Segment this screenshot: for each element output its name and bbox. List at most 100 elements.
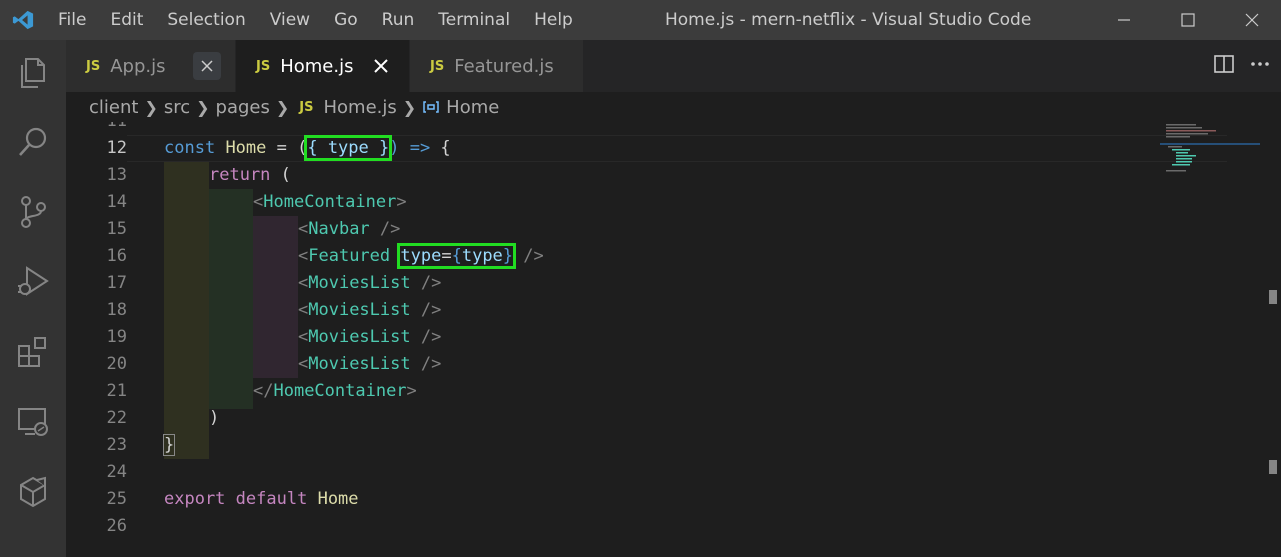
line-number: 16	[106, 246, 127, 266]
chevron-right-icon: ❯	[196, 97, 210, 117]
scroll-marker	[1269, 290, 1277, 304]
code-line: 22 )	[66, 405, 1281, 432]
code-editor[interactable]: 11 12 const Home = ({ type }) => { 13 re…	[66, 122, 1281, 557]
tab-home-js[interactable]: JS Home.js	[236, 40, 410, 92]
search-icon[interactable]	[0, 112, 66, 172]
line-number: 18	[106, 300, 127, 320]
editor-tab-bar: JS App.js JS Home.js JS Featured.js	[66, 40, 1281, 92]
js-file-icon: JS	[430, 58, 445, 74]
minimize-button[interactable]	[1095, 0, 1153, 40]
breadcrumb-client[interactable]: client	[89, 97, 138, 118]
code-line: 16 <Featured type={type} />	[66, 243, 1281, 270]
line-number: 13	[106, 165, 127, 185]
tab-label: Home.js	[280, 55, 354, 77]
code-line: 17 <MoviesList />	[66, 270, 1281, 297]
line-number: 11	[66, 122, 127, 135]
split-editor-icon[interactable]	[1213, 54, 1235, 78]
menu-file[interactable]: File	[46, 0, 98, 40]
explorer-icon[interactable]	[0, 43, 66, 103]
highlight-box: { type }	[304, 135, 393, 161]
code-text: <MoviesList />	[298, 327, 442, 347]
line-number: 12	[106, 138, 127, 158]
tab-featured-js[interactable]: JS Featured.js	[410, 40, 584, 92]
code-text: return (	[209, 165, 291, 185]
more-actions-icon[interactable]	[1249, 54, 1271, 78]
title-bar: File Edit Selection View Go Run Terminal…	[0, 0, 1281, 40]
close-icon	[201, 60, 213, 72]
line-number: 17	[106, 273, 127, 293]
docker-icon[interactable]	[0, 462, 66, 522]
run-debug-icon[interactable]	[0, 252, 66, 312]
menu-bar: File Edit Selection View Go Run Terminal…	[46, 0, 585, 40]
code-line: 23 }	[66, 432, 1281, 459]
code-text: export default Home	[164, 489, 359, 509]
minimap[interactable]	[1160, 122, 1260, 182]
tab-label: Featured.js	[454, 55, 554, 77]
line-number: 23	[106, 435, 127, 455]
menu-run[interactable]: Run	[370, 0, 427, 40]
scroll-marker	[1269, 460, 1277, 474]
window-controls	[1095, 0, 1281, 40]
vscode-logo-icon	[0, 0, 46, 40]
code-text: <MoviesList />	[298, 354, 442, 374]
code-line: 14 <HomeContainer>	[66, 189, 1281, 216]
code-text: <MoviesList />	[298, 300, 442, 320]
menu-edit[interactable]: Edit	[98, 0, 155, 40]
code-text: }	[162, 434, 176, 456]
remote-explorer-icon[interactable]	[0, 392, 66, 452]
code-text: <HomeContainer>	[253, 192, 407, 212]
window-title: Home.js - mern-netflix - Visual Studio C…	[665, 10, 1032, 30]
activity-bar	[0, 40, 66, 557]
line-number: 24	[106, 462, 127, 482]
source-control-icon[interactable]	[0, 182, 66, 242]
code-line: 20 <MoviesList />	[66, 351, 1281, 378]
chevron-right-icon: ❯	[144, 97, 158, 117]
code-line: 19 <MoviesList />	[66, 324, 1281, 351]
menu-go[interactable]: Go	[322, 0, 370, 40]
code-line: 13 return (	[66, 162, 1281, 189]
code-text: <Navbar />	[298, 219, 401, 239]
menu-view[interactable]: View	[258, 0, 322, 40]
code-text: )	[209, 408, 220, 428]
symbol-variable-icon	[422, 99, 440, 115]
tab-close-button[interactable]	[367, 52, 395, 80]
minimap-preview	[1160, 124, 1260, 172]
highlight-box: type={type}	[397, 243, 517, 269]
chevron-right-icon: ❯	[402, 97, 417, 117]
breadcrumb-src[interactable]: src	[164, 97, 190, 118]
js-file-icon: JS	[86, 58, 101, 74]
code-line: 15 <Navbar />	[66, 216, 1281, 243]
line-number: 19	[106, 327, 127, 347]
code-text: const Home = ({ type }) => {	[164, 135, 451, 161]
code-line: 12 const Home = ({ type }) => {	[66, 135, 1281, 162]
maximize-icon	[1181, 13, 1195, 27]
line-number: 14	[106, 192, 127, 212]
close-icon	[1245, 13, 1259, 27]
vertical-scrollbar[interactable]	[1267, 122, 1281, 557]
code-text: <Featured type={type} />	[298, 243, 544, 269]
menu-selection[interactable]: Selection	[155, 0, 257, 40]
code-text: </HomeContainer>	[253, 381, 417, 401]
line-number: 25	[106, 489, 127, 509]
menu-terminal[interactable]: Terminal	[426, 0, 522, 40]
code-line: 11	[66, 122, 1281, 135]
close-icon	[374, 59, 388, 73]
breadcrumb-pages[interactable]: pages	[216, 97, 270, 118]
code-line: 21 </HomeContainer>	[66, 378, 1281, 405]
tab-label: App.js	[110, 55, 166, 77]
tab-close-button[interactable]	[193, 52, 221, 80]
line-number: 26	[106, 516, 127, 536]
code-text: <MoviesList />	[298, 273, 442, 293]
js-file-icon: JS	[299, 99, 314, 115]
tab-app-js[interactable]: JS App.js	[66, 40, 236, 92]
editor-actions	[1213, 40, 1271, 92]
code-line: 18 <MoviesList />	[66, 297, 1281, 324]
line-number: 21	[106, 381, 127, 401]
minimize-icon	[1118, 19, 1130, 21]
close-window-button[interactable]	[1223, 0, 1281, 40]
line-number: 15	[106, 219, 127, 239]
maximize-button[interactable]	[1159, 0, 1217, 40]
breadcrumb-symbol[interactable]: Home	[446, 97, 499, 118]
extensions-icon[interactable]	[0, 322, 66, 382]
breadcrumb-file[interactable]: Home.js	[324, 97, 397, 118]
